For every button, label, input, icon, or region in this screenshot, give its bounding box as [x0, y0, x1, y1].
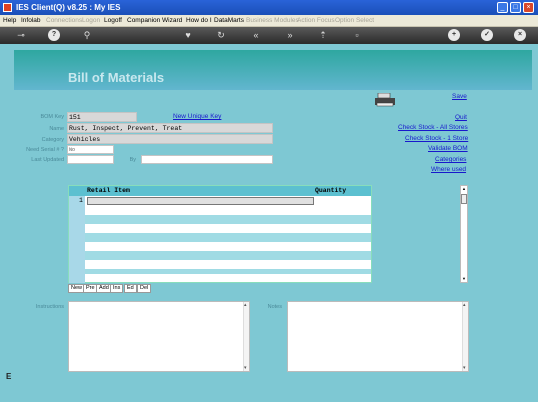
serial-field[interactable]: No — [67, 145, 114, 154]
instructions-textarea[interactable] — [68, 301, 250, 372]
notes-label: Notes — [267, 304, 282, 310]
help-icon[interactable]: ? — [48, 29, 60, 41]
table-row[interactable] — [85, 233, 371, 242]
column-quantity[interactable]: Quantity — [315, 187, 346, 194]
save-link[interactable]: Save — [452, 93, 467, 100]
scroll-up-icon[interactable]: ▲ — [461, 186, 467, 192]
category-label: Category — [41, 137, 64, 143]
menu-logon[interactable]: Logon — [82, 17, 100, 24]
bom-key-field[interactable]: 151 — [67, 112, 137, 122]
heart-icon[interactable]: ♥ — [182, 29, 194, 41]
scroll-down-icon[interactable]: ▼ — [461, 276, 467, 282]
search-icon[interactable]: ⚲ — [81, 29, 93, 41]
name-field[interactable]: Rust, Inspect, Prevent, Treat — [67, 123, 273, 133]
check-stock-all-link[interactable]: Check Stock - All Stores — [398, 124, 468, 131]
table-row[interactable] — [85, 269, 371, 274]
page-title: Bill of Materials — [68, 70, 165, 85]
delete-row-button[interactable]: Del — [137, 284, 152, 293]
toolbar: ⊸ ? ⚲ ♥ ↻ « » ⇡ ▫ + ✓ × — [0, 27, 538, 44]
menu-infolab[interactable]: Infolab — [21, 17, 41, 24]
document-icon[interactable]: ▫ — [351, 29, 363, 41]
menu-datamarts[interactable]: DataMarts — [214, 17, 244, 24]
instructions-label: Instructions — [35, 304, 64, 310]
add-icon[interactable]: + — [448, 29, 460, 41]
edit-row-button[interactable]: Ed — [124, 284, 137, 293]
key-icon[interactable]: ⊸ — [12, 29, 30, 41]
name-label: Name — [49, 126, 64, 132]
table-row[interactable] — [85, 251, 371, 260]
close-window-button[interactable]: × — [523, 2, 534, 13]
by-label: By — [129, 157, 136, 163]
menu-business-modules[interactable]: Business Modules — [246, 17, 299, 24]
back-icon[interactable]: « — [250, 29, 262, 41]
side-panel-stub[interactable]: E — [2, 360, 12, 390]
ok-icon[interactable]: ✓ — [481, 29, 493, 41]
new-unique-key-link[interactable]: New Unique Key — [173, 113, 221, 120]
insert-row-button[interactable]: Ins — [110, 284, 124, 293]
side-panel-letter: E — [6, 372, 12, 381]
notes-scrollbar[interactable] — [462, 302, 468, 371]
categories-link[interactable]: Categories — [435, 156, 466, 163]
by-field[interactable] — [141, 155, 273, 164]
instructions-scrollbar[interactable] — [243, 302, 249, 371]
quit-link[interactable]: Quit — [455, 114, 467, 121]
menu-logoff[interactable]: Logoff — [104, 17, 122, 24]
menu-how-do-i[interactable]: How do I — [186, 17, 212, 24]
scroll-thumb[interactable] — [461, 194, 467, 204]
menu-bar: Help Infolab Connections Logon Logoff Co… — [0, 15, 538, 27]
upload-icon[interactable]: ⇡ — [317, 29, 329, 41]
notes-textarea[interactable] — [287, 301, 469, 372]
grid-scrollbar[interactable]: ▲ ▼ — [460, 185, 468, 283]
close-icon[interactable]: × — [514, 29, 526, 41]
app-icon — [3, 3, 12, 12]
bom-items-grid: Retail Item Quantity 1 — [68, 185, 372, 283]
menu-wizard[interactable]: Wizard — [162, 17, 182, 24]
row-number: 1 — [79, 197, 83, 204]
serial-label: Need Serial # ? — [26, 147, 64, 153]
category-field[interactable]: Vehicles — [67, 134, 273, 144]
retail-item-cell[interactable] — [87, 197, 314, 205]
window-title-bar: IES Client(Q) v8.25 : My IES — [0, 0, 538, 15]
window-title: IES Client(Q) v8.25 : My IES — [16, 3, 121, 12]
refresh-icon[interactable]: ↻ — [215, 29, 227, 41]
validate-bom-link[interactable]: Validate BOM — [428, 145, 468, 152]
minimize-button[interactable]: _ — [497, 2, 508, 13]
menu-companion[interactable]: Companion — [127, 17, 160, 24]
check-stock-one-link[interactable]: Check Stock - 1 Store — [405, 135, 468, 142]
row-number-strip — [69, 196, 85, 283]
menu-action-focus[interactable]: Action Focus — [297, 17, 335, 24]
maximize-button[interactable]: □ — [510, 2, 521, 13]
menu-option-select[interactable]: Option Select — [335, 17, 374, 24]
forward-icon[interactable]: » — [284, 29, 296, 41]
bom-key-label: BOM Key — [40, 114, 64, 120]
where-used-link[interactable]: Where used — [431, 166, 466, 173]
last-updated-label: Last Updated — [31, 157, 64, 163]
menu-help[interactable]: Help — [3, 17, 16, 24]
column-retail-item[interactable]: Retail Item — [87, 187, 130, 194]
printer-icon[interactable] — [374, 93, 396, 107]
menu-connections[interactable]: Connections — [46, 17, 82, 24]
table-row[interactable] — [85, 215, 371, 224]
